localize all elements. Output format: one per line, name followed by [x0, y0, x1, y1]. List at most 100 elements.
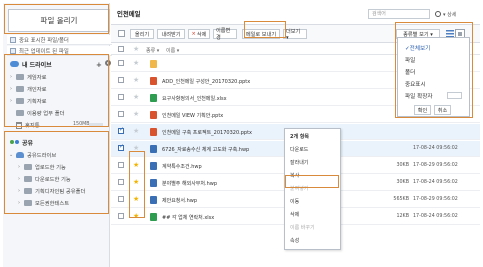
people-icon: [16, 152, 24, 158]
star-icon[interactable]: ★: [133, 110, 139, 118]
context-menu-header: 2개 항목: [290, 134, 310, 140]
chevron-down-icon[interactable]: ⌄: [9, 152, 13, 158]
usage-bar: [89, 123, 103, 127]
sidebar-item-game[interactable]: › 게임자료: [9, 72, 47, 82]
file-name[interactable]: 인천메일 구축 프로젝트_20170320.pptx: [162, 129, 252, 136]
row-checkbox[interactable]: [118, 60, 124, 66]
column-name[interactable]: 이름 ▾: [166, 47, 179, 54]
chevron-right-icon[interactable]: ›: [9, 98, 13, 104]
context-menu-item[interactable]: 붙여넣기: [290, 185, 308, 192]
star-icon[interactable]: ★: [133, 76, 139, 84]
folder-label: 게임자료: [27, 75, 47, 81]
sidebar-item-shared-drive[interactable]: ⌄ 공유드라이브: [9, 150, 56, 160]
add-folder-icon[interactable]: +: [96, 61, 102, 69]
file-name[interactable]: 제안요청서.hwp: [162, 197, 197, 204]
folder-label: 업로드한 기능: [35, 165, 66, 171]
file-type-icon: [150, 128, 157, 136]
share-header[interactable]: 공유: [7, 136, 33, 148]
row-checkbox[interactable]: [118, 111, 124, 117]
row-checkbox[interactable]: [118, 126, 124, 134]
folder-icon: [16, 74, 24, 80]
row-checkbox[interactable]: [118, 179, 124, 185]
confirm-button[interactable]: 확인: [414, 105, 431, 115]
context-menu-item[interactable]: 잘라내기: [290, 159, 308, 166]
view-filter-dropdown: ✓전체보기파일폴더중요표시파일 확장자 확인 취소: [397, 37, 470, 117]
star-icon[interactable]: ★: [133, 59, 139, 67]
file-name[interactable]: 인천메일 VIEW 기획안.pptx: [162, 112, 223, 119]
context-menu-item[interactable]: 이름 바꾸기: [290, 224, 315, 231]
row-checkbox[interactable]: [118, 213, 124, 219]
detail-search-link[interactable]: ▾ 상세: [443, 11, 456, 18]
usage-text: 150MB: [73, 122, 90, 127]
select-all-checkbox[interactable]: [118, 30, 125, 37]
file-date: 17-08-29 09:56:02: [413, 163, 458, 168]
chevron-right-icon[interactable]: ›: [9, 74, 13, 80]
dropdown-option[interactable]: 폴더: [405, 68, 415, 76]
my-drive-header[interactable]: 내 드라이브 +: [7, 57, 112, 71]
search-input[interactable]: 검색어: [368, 9, 430, 19]
extension-input[interactable]: [447, 92, 462, 99]
row-checkbox[interactable]: [118, 94, 124, 100]
star-icon[interactable]: ★: [133, 212, 139, 220]
more-button[interactable]: 더보기 ▾: [283, 29, 307, 41]
star-icon[interactable]: ★: [133, 178, 139, 186]
row-checkbox[interactable]: [118, 196, 124, 202]
recent-icon: [10, 47, 16, 54]
dropdown-option[interactable]: 파일 확장자: [405, 92, 433, 100]
file-name[interactable]: 분야별주 해외사무처.hwp: [162, 180, 217, 187]
sidebar-item-downloaded[interactable]: › 다운로드한 기능: [17, 174, 71, 184]
sidebar-item-work[interactable]: 이용량 업무 폴더: [9, 108, 64, 118]
dropdown-option[interactable]: 중요표시: [405, 80, 426, 88]
file-name[interactable]: ADD_인천메일 구성안_20170320.pptx: [162, 78, 250, 85]
chevron-right-icon[interactable]: ›: [9, 86, 13, 92]
file-type-icon: [150, 60, 157, 68]
my-drive-title: 내 드라이브: [22, 61, 52, 69]
row-checkbox[interactable]: [118, 77, 124, 83]
quick-item-recent[interactable]: 최근 업데이트 된 파일: [7, 46, 112, 56]
sidebar-item-trash[interactable]: 휴지통: [9, 120, 40, 130]
download-button[interactable]: 내려받기: [157, 29, 185, 39]
rename-button[interactable]: 이름변경: [213, 28, 237, 41]
cancel-button[interactable]: 취소: [434, 105, 451, 115]
sidebar-item-personal[interactable]: › 개인자료: [9, 84, 47, 94]
header-checkbox[interactable]: [118, 46, 124, 52]
star-column-icon: ★: [133, 45, 140, 53]
context-menu-item[interactable]: 복사: [290, 172, 299, 179]
row-checkbox[interactable]: [118, 143, 124, 151]
chevron-right-icon[interactable]: ›: [17, 176, 21, 182]
file-name[interactable]: ## 각 업체 연락처.xlsx: [162, 214, 214, 221]
star-icon[interactable]: ★: [133, 161, 139, 169]
context-menu-item[interactable]: 속성: [290, 237, 299, 244]
quick-item-starred[interactable]: 중요 표시한 파일/폴더: [7, 35, 112, 45]
context-menu-item[interactable]: 삭제: [290, 211, 299, 218]
dropdown-option[interactable]: ✓전체보기: [405, 44, 430, 52]
chevron-right-icon[interactable]: ›: [17, 200, 21, 206]
dropdown-option[interactable]: 파일: [405, 56, 415, 64]
star-icon[interactable]: ★: [133, 144, 139, 152]
delete-button[interactable]: × 삭제: [188, 29, 210, 39]
chevron-right-icon[interactable]: ›: [17, 164, 21, 170]
send-mail-button[interactable]: 메일로 보내기: [242, 29, 280, 39]
file-type-icon: [150, 179, 157, 187]
file-name[interactable]: 6726_자료송수신 체계 고도화 구축.hwp: [162, 146, 249, 153]
chevron-right-icon[interactable]: ›: [17, 188, 21, 194]
context-menu-item[interactable]: 이동: [290, 198, 299, 205]
context-menu-item[interactable]: 다운로드: [290, 146, 308, 153]
sidebar-item-permission-test[interactable]: › 모든권한테스트: [17, 198, 69, 208]
column-type[interactable]: 종류 ▾: [146, 47, 159, 54]
folder-icon: [16, 110, 24, 116]
star-icon[interactable]: ★: [133, 93, 139, 101]
star-icon[interactable]: ★: [133, 127, 139, 135]
sidebar: 파일 올리기 중요 표시한 파일/폴더 최근 업데이트 된 파일 내 드라이브 …: [3, 3, 112, 267]
star-icon[interactable]: ★: [133, 195, 139, 203]
sidebar-item-uploaded[interactable]: › 업로드한 기능: [17, 162, 66, 172]
search-icon[interactable]: [435, 11, 441, 17]
row-checkbox[interactable]: [118, 162, 124, 168]
file-name[interactable]: 계약특수조건.hwp: [162, 163, 202, 170]
close-icon: ×: [191, 31, 196, 37]
sidebar-item-planning[interactable]: › 기획자료: [9, 96, 47, 106]
upload-toolbar-button[interactable]: 올리기: [130, 29, 154, 39]
sidebar-item-design[interactable]: › 기획디자인팀 공유폴더: [17, 186, 85, 196]
upload-button[interactable]: 파일 올리기: [8, 9, 110, 32]
file-name[interactable]: 요구사항정의서_인천메일.xlsx: [162, 95, 227, 102]
